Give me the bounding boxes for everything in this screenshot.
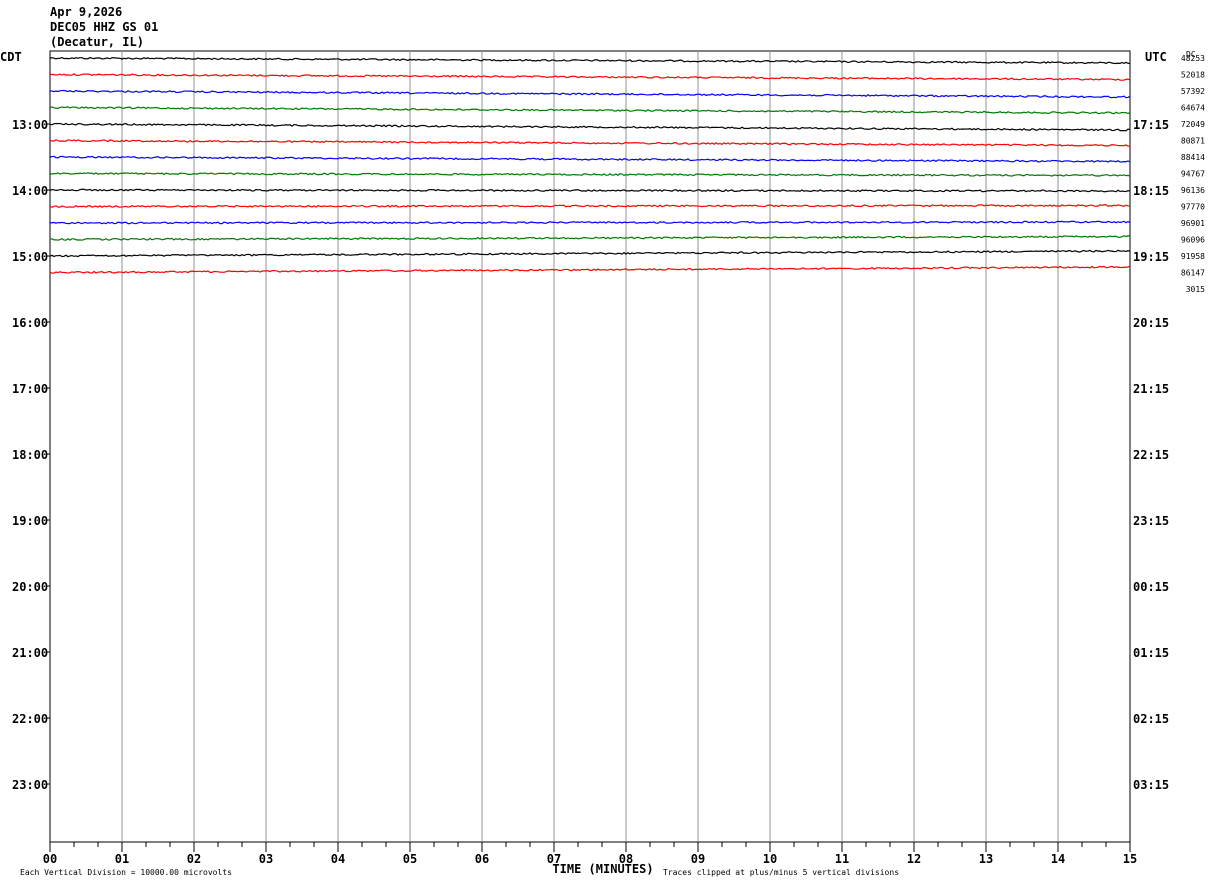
left-axis-title: CDT	[0, 50, 22, 64]
left-time-label: 17:00	[12, 382, 48, 396]
plot-frame	[49, 50, 1131, 843]
right-time-label: 23:15	[1133, 514, 1169, 528]
right-time-label: 20:15	[1133, 316, 1169, 330]
left-time-label: 23:00	[12, 778, 48, 792]
axis-labels: 00 01 02 03 04 05 06 07 08 09 10 11 12 13 14 15CDT UTC DC…	[0, 50, 1205, 877]
dc-offset-label: 64674	[1181, 104, 1205, 113]
dc-offset-label: 97770	[1181, 203, 1205, 212]
seismic-trace	[49, 249, 1131, 258]
right-time-label: 17:15	[1133, 118, 1169, 132]
seismic-trace	[49, 172, 1131, 177]
x-tick-label: 03	[259, 852, 273, 866]
seismic-trace	[49, 265, 1131, 274]
seismic-trace	[49, 139, 1131, 147]
x-tick-label: 10	[763, 852, 777, 866]
left-time-label: 13:00	[12, 118, 48, 132]
dc-offset-label: 96136	[1181, 186, 1205, 195]
dc-offset-label: 96096	[1181, 236, 1205, 245]
right-time-label: 21:15	[1133, 382, 1169, 396]
dc-offset-label: 3015	[1186, 285, 1205, 294]
seismic-traces	[49, 56, 1131, 274]
grid-lines	[46, 50, 1131, 852]
right-time-label: 19:15	[1133, 250, 1169, 264]
right-time-label: 01:15	[1133, 646, 1169, 660]
left-time-label: 20:00	[12, 580, 48, 594]
dc-offset-label: 57392	[1181, 87, 1205, 96]
x-tick-label: 12	[907, 852, 921, 866]
seismic-trace	[49, 73, 1131, 81]
x-tick-label: 06	[475, 852, 489, 866]
left-time-label: 21:00	[12, 646, 48, 660]
x-tick-label: 01	[115, 852, 129, 866]
x-tick-label: 04	[331, 852, 345, 866]
x-tick-label: 11	[835, 852, 849, 866]
right-time-label: 02:15	[1133, 712, 1169, 726]
x-tick-label: 02	[187, 852, 201, 866]
seismic-trace	[49, 155, 1131, 163]
footer-clip-note: Traces clipped at plus/minus 5 vertical …	[663, 868, 899, 877]
seismic-trace	[49, 235, 1131, 241]
seismic-trace	[49, 122, 1131, 132]
x-tick-label: 09	[691, 852, 705, 866]
left-time-label: 18:00	[12, 448, 48, 462]
right-time-label: 03:15	[1133, 778, 1169, 792]
dc-offset-label: 72049	[1181, 120, 1205, 129]
dc-offset-label: 88414	[1181, 153, 1205, 162]
x-tick-label: 13	[979, 852, 993, 866]
dc-offset-label: 91958	[1181, 252, 1205, 261]
dc-offset-label: 96901	[1181, 219, 1205, 228]
dc-offset-label: 80871	[1181, 137, 1205, 146]
seismic-trace	[49, 56, 1131, 65]
left-time-label: 14:00	[12, 184, 48, 198]
left-time-label: 16:00	[12, 316, 48, 330]
left-time-label: 22:00	[12, 712, 48, 726]
x-tick-label: 15	[1123, 852, 1137, 866]
dc-offset-label: 52018	[1181, 71, 1205, 80]
dc-offset-label: 48253	[1181, 54, 1205, 63]
right-axis-title: UTC	[1145, 50, 1167, 64]
dc-offset-label: 94767	[1181, 170, 1205, 179]
seismic-trace	[49, 89, 1131, 99]
seismic-trace	[49, 188, 1131, 193]
x-axis-label: TIME (MINUTES)	[552, 862, 653, 876]
seismic-trace	[49, 204, 1131, 208]
seismic-trace	[49, 220, 1131, 225]
right-time-label: 18:15	[1133, 184, 1169, 198]
x-tick-label: 14	[1051, 852, 1065, 866]
right-time-label: 00:15	[1133, 580, 1169, 594]
x-tick-label: 00	[43, 852, 57, 866]
seismic-trace	[49, 106, 1131, 115]
x-tick-label: 05	[403, 852, 417, 866]
dc-offset-label: 86147	[1181, 269, 1205, 278]
right-time-label: 22:15	[1133, 448, 1169, 462]
seismogram-chart: 00 01 02 03 04 05 06 07 08 09 10 11 12 13 14 15CDT UTC DC…	[0, 50, 1205, 877]
left-time-label: 19:00	[12, 514, 48, 528]
footer-scale-note: Each Vertical Division = 10000.00 microv…	[20, 868, 232, 877]
left-time-label: 15:00	[12, 250, 48, 264]
